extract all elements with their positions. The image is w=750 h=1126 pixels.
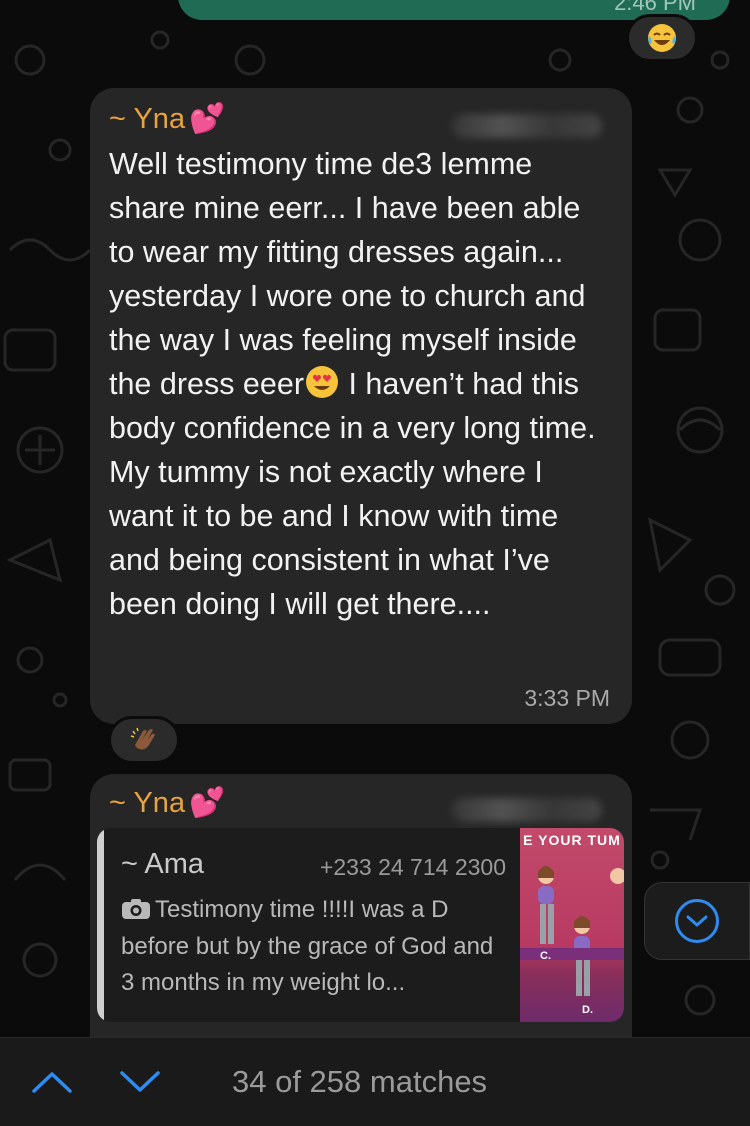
blurred-phone-number: [452, 798, 602, 822]
message-reaction[interactable]: [108, 716, 180, 764]
heart-eyes-emoji: [305, 366, 338, 398]
chevron-down-icon: [120, 1071, 160, 1092]
blurred-phone-number: [452, 114, 602, 138]
message-reaction[interactable]: [626, 14, 698, 62]
thumbnail-illustration: [520, 866, 624, 996]
quoted-message[interactable]: ~ Ama +233 24 714 2300 Testimony time !!…: [97, 828, 624, 1022]
message-time: 3:33 PM: [524, 685, 610, 711]
thumbnail-label: C.: [540, 950, 551, 962]
match-counter: 34 of 258 matches: [232, 1064, 488, 1099]
thumbnail-label: D.: [582, 1004, 593, 1016]
next-match-button[interactable]: [118, 1064, 162, 1100]
chevron-up-icon: [32, 1072, 72, 1093]
message-text-part: Well testimony time de3 lemme share mine…: [109, 147, 594, 401]
message-text-part: I haven’t had this body confidence in a …: [109, 367, 605, 621]
sender-name-text: ~ Yna: [109, 103, 186, 135]
scroll-to-bottom-button[interactable]: [644, 882, 750, 960]
message-text: Well testimony time de3 lemme share mine…: [109, 142, 614, 626]
two-hearts-emoji: 💕: [189, 787, 226, 819]
sender-name[interactable]: ~ Yna 💕: [109, 786, 225, 820]
quoted-text-content: Testimony time !!!!I was a D before but …: [121, 896, 494, 996]
sender-name-text: ~ Yna: [109, 787, 186, 819]
quoted-image-thumbnail[interactable]: E YOUR TUM C. D.: [520, 828, 624, 1022]
quoted-sender-name: ~ Ama: [121, 848, 205, 880]
chevron-down-circle-icon: [675, 899, 719, 943]
chevron-down-icon: [686, 915, 708, 927]
quoted-text: Testimony time !!!!I was a D before but …: [121, 892, 501, 1002]
previous-match-button[interactable]: [30, 1064, 74, 1100]
incoming-message-bubble[interactable]: ~ Yna 💕 ~ Ama +233 24 714 2300 Testimony …: [90, 774, 632, 1064]
camera-icon: [122, 899, 150, 919]
quote-accent-bar: [97, 828, 104, 1022]
incoming-message-bubble[interactable]: ~ Yna 💕 Well testimony time de3 lemme sha…: [90, 88, 632, 724]
two-hearts-emoji: 💕: [189, 103, 226, 135]
sender-name[interactable]: ~ Yna 💕: [109, 102, 225, 136]
tears-of-joy-emoji: [648, 24, 676, 52]
clapping-hands-emoji: [130, 727, 155, 750]
quoted-sender-phone: +233 24 714 2300: [319, 854, 506, 880]
search-results-bar: 34 of 258 matches: [0, 1037, 750, 1126]
